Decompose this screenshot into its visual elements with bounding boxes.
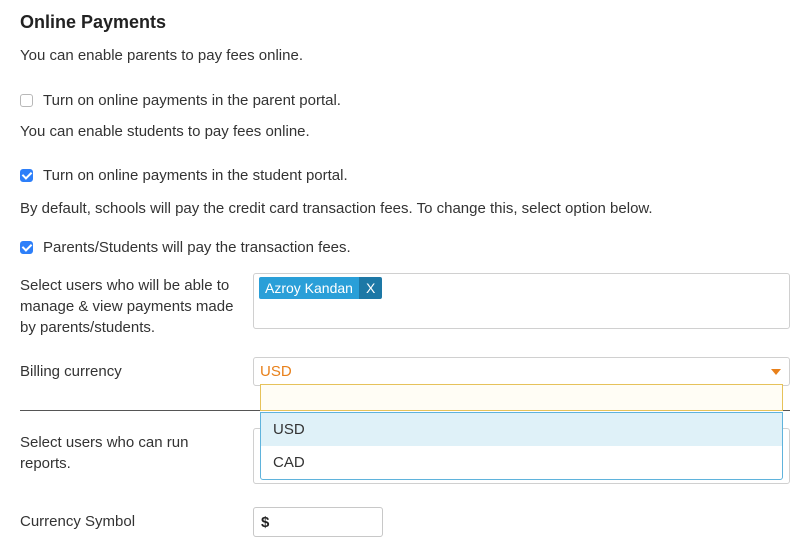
- student-portal-checkbox[interactable]: [20, 168, 33, 182]
- students-intro: You can enable students to pay fees onli…: [20, 123, 310, 140]
- billing-currency-selected-value: USD: [260, 363, 292, 380]
- billing-currency-select[interactable]: USD: [253, 357, 790, 386]
- student-portal-checkbox-label[interactable]: Turn on online payments in the student p…: [43, 167, 348, 184]
- currency-symbol-input[interactable]: $: [253, 507, 383, 537]
- section-title: Online Payments: [20, 12, 167, 32]
- currency-option-usd[interactable]: USD: [261, 413, 782, 446]
- parent-portal-checkbox[interactable]: [20, 93, 33, 107]
- fees-intro: By default, schools will pay the credit …: [20, 200, 653, 217]
- selected-user-tag-label: Azroy Kandan: [259, 277, 359, 299]
- currency-option-cad[interactable]: CAD: [261, 446, 782, 479]
- currency-dropdown-list: USD CAD: [260, 412, 783, 480]
- caret-down-icon[interactable]: [771, 369, 781, 375]
- report-users-label: Select users who can run reports.: [20, 434, 189, 472]
- transaction-fees-option[interactable]: Parents/Students will pay the transactio…: [20, 238, 351, 256]
- currency-search-input[interactable]: [260, 384, 783, 411]
- student-portal-payments-option[interactable]: Turn on online payments in the student p…: [20, 166, 348, 184]
- payment-managers-label: Select users who will be able to manage …: [20, 277, 234, 336]
- parent-portal-payments-option[interactable]: Turn on online payments in the parent po…: [20, 91, 341, 109]
- transaction-fees-checkbox-label[interactable]: Parents/Students will pay the transactio…: [43, 239, 351, 256]
- parent-portal-checkbox-label[interactable]: Turn on online payments in the parent po…: [43, 92, 341, 109]
- remove-tag-button[interactable]: X: [358, 277, 383, 299]
- selected-user-tag: Azroy Kandan X: [259, 277, 383, 299]
- transaction-fees-checkbox[interactable]: [20, 240, 33, 254]
- payment-managers-multiselect[interactable]: Azroy Kandan X: [253, 273, 790, 329]
- parents-intro: You can enable parents to pay fees onlin…: [20, 47, 303, 64]
- currency-symbol-value: $: [261, 514, 270, 531]
- billing-currency-label: Billing currency: [20, 363, 122, 380]
- currency-symbol-label: Currency Symbol: [20, 513, 136, 530]
